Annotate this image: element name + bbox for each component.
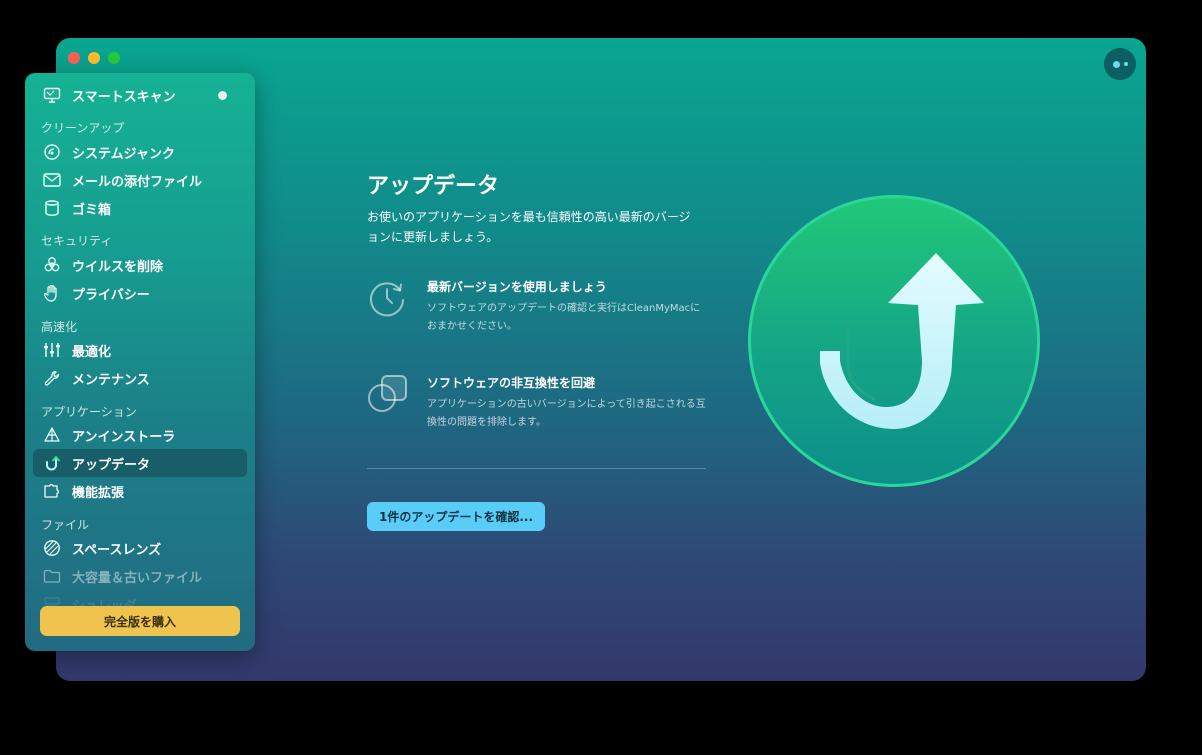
sidebar-item-label: ウイルスを削除	[72, 259, 164, 275]
sidebar-item-label: アンインストーラ	[72, 429, 176, 445]
biohazard-icon	[42, 255, 62, 275]
feature-title: 最新バージョンを使用しましょう	[427, 280, 607, 294]
sidebar-item-label: ゴミ箱	[72, 202, 112, 218]
feature-compatibility: ソフトウェアの非互換性を回避 アプリケーションの古いバージョンによって引き起こさ…	[367, 374, 707, 434]
sidebar-item-label: システムジャンク	[72, 146, 175, 162]
sidebar-item-label: 大容量＆古いファイル	[72, 570, 203, 586]
window-controls	[68, 52, 120, 64]
sidebar-item-optimization[interactable]: 最適化	[33, 336, 247, 364]
sidebar-item-label: アップデータ	[72, 457, 151, 473]
puzzle-icon	[42, 481, 62, 501]
assistant-eye-icon	[1112, 60, 1120, 68]
section-speed: 高速化	[41, 320, 78, 334]
assistant-dot-icon	[1123, 62, 1128, 66]
overlap-shapes-icon	[367, 374, 407, 414]
section-cleanup: クリーンアップ	[41, 121, 125, 135]
trash-icon	[42, 198, 62, 218]
feature-title: ソフトウェアの非互換性を回避	[427, 376, 596, 390]
sidebar-item-maintenance[interactable]: メンテナンス	[33, 364, 247, 392]
uninstaller-icon	[42, 425, 62, 445]
sidebar-item-malware[interactable]: ウイルスを削除	[33, 251, 247, 279]
wrench-icon	[42, 368, 62, 388]
sidebar-item-trash[interactable]: ゴミ箱	[33, 194, 247, 222]
sidebar-item-system-junk[interactable]: システムジャンク	[33, 138, 247, 166]
updater-icon	[42, 453, 62, 473]
updater-hero-icon	[746, 193, 1042, 489]
feature-latest-version: 最新バージョンを使用しましょう ソフトウェアのアップデートの確認と実行はClea…	[367, 278, 707, 338]
check-updates-button[interactable]: 1件のアップデートを確認...	[367, 502, 545, 531]
feature-description: アプリケーションの古いバージョンによって引き起こされる互換性の問題を排除します。	[427, 399, 706, 428]
page-title: アップデータ	[367, 174, 500, 199]
folder-icon	[42, 566, 62, 586]
sidebar-item-privacy[interactable]: プライバシー	[33, 279, 247, 307]
sidebar-item-label: スマートスキャン	[72, 89, 176, 105]
sidebar-item-large-old-files[interactable]: 大容量＆古いファイル	[33, 562, 247, 590]
sidebar-item-label: プライバシー	[72, 287, 150, 303]
mail-icon	[42, 170, 62, 190]
sidebar-item-updater[interactable]: アップデータ	[33, 449, 247, 477]
feature-description: ソフトウェアのアップデートの確認と実行はCleanMyMacにおまかせください。	[427, 303, 701, 332]
hand-icon	[42, 283, 62, 303]
section-files: ファイル	[41, 518, 90, 532]
status-dot	[218, 90, 227, 100]
sidebar-item-mail-attachments[interactable]: メールの添付ファイル	[33, 166, 247, 194]
minimize-window-button[interactable]	[88, 52, 100, 64]
sidebar-item-label: メンテナンス	[72, 372, 150, 388]
section-security: セキュリティ	[41, 234, 113, 248]
space-lens-icon	[42, 538, 62, 558]
sidebar-item-label: メールの添付ファイル	[72, 174, 203, 190]
sidebar-item-label: 機能拡張	[72, 485, 125, 501]
sidebar-item-space-lens[interactable]: スペースレンズ	[33, 534, 247, 562]
page-description: お使いのアプリケーションを最も信頼性の高い最新のバージョンに更新しましょう。	[367, 210, 691, 244]
zoom-window-button[interactable]	[108, 52, 120, 64]
sidebar: スマートスキャン クリーンアップ システムジャンク メールの添付ファイル ゴミ箱…	[25, 73, 255, 651]
close-window-button[interactable]	[68, 52, 80, 64]
sidebar-item-label: スペースレンズ	[72, 542, 162, 558]
sidebar-item-smart-scan[interactable]: スマートスキャン	[33, 81, 247, 109]
sliders-icon	[42, 340, 62, 360]
section-applications: アプリケーション	[41, 405, 137, 419]
sidebar-item-uninstaller[interactable]: アンインストーラ	[33, 421, 247, 449]
sidebar-item-label: 最適化	[72, 344, 112, 360]
buy-full-version-button[interactable]: 完全版を購入	[40, 606, 240, 636]
assistant-button[interactable]	[1104, 48, 1136, 80]
sidebar-item-extensions[interactable]: 機能拡張	[33, 477, 247, 505]
divider	[367, 468, 706, 469]
monitor-icon	[42, 85, 62, 105]
system-junk-icon	[42, 142, 62, 162]
clock-refresh-icon	[367, 278, 407, 318]
sidebar-nav: スマートスキャン クリーンアップ システムジャンク メールの添付ファイル ゴミ箱…	[25, 73, 255, 608]
